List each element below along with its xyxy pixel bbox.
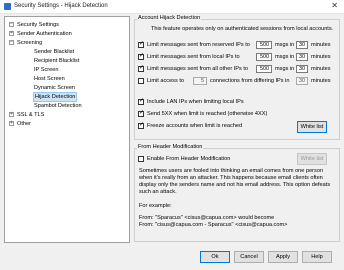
connections-label: connections from differing IPs in — [210, 78, 290, 84]
settings-tree[interactable]: − Security Settings + Sender Authenticat… — [4, 16, 130, 243]
tree-item-label: Security Settings — [17, 22, 59, 28]
limit-local-ips-label: Limit messages sent from local IPs to — [147, 54, 240, 60]
limit-local-ips-checkbox[interactable] — [138, 53, 144, 60]
close-icon[interactable]: ✕ — [331, 1, 338, 10]
local-ips-minutes-input[interactable]: 30 — [296, 53, 308, 61]
limit-all-other-ips-label: Limit messages sent from all other IPs t… — [147, 66, 249, 72]
freeze-accounts-label: Freeze accounts when limit is reached — [147, 123, 243, 129]
enable-from-header-label: Enable From Header Modification — [147, 156, 231, 162]
app-icon — [4, 3, 11, 10]
tree-item-label: Spambot Detection — [34, 103, 82, 109]
from-header-white-list-button[interactable]: White list — [297, 153, 327, 165]
include-lan-ips-label: Include LAN IPs when limiting local IPs — [147, 99, 244, 105]
example-before: From: "Sparacus" <cisus@capua.com> would… — [139, 215, 275, 221]
minutes-label: minutes — [311, 66, 331, 72]
tree-item-label: Dynamic Screen — [34, 85, 76, 91]
minutes-label: minutes — [311, 54, 331, 60]
example-label: For example: — [139, 203, 172, 209]
send-5xx-label: Send 5XX when limit is reached (otherwis… — [147, 111, 268, 117]
tree-item-label: Screening — [17, 40, 43, 46]
expand-icon[interactable]: + — [9, 31, 14, 36]
apply-button[interactable]: Apply — [268, 251, 298, 263]
tree-item-label: Sender Authentication — [17, 31, 72, 37]
from-header-description: Sometimes users are fooled into thinking… — [139, 168, 337, 196]
expand-icon[interactable]: + — [9, 121, 14, 126]
include-lan-ips-checkbox[interactable] — [138, 98, 144, 105]
minutes-label: minutes — [311, 78, 331, 84]
collapse-icon[interactable]: − — [9, 22, 14, 27]
access-minutes-input[interactable]: 30 — [296, 77, 308, 85]
tree-item-label: Host Screen — [34, 76, 65, 82]
window-title: Security Settings - Hijack Detection — [14, 3, 108, 9]
local-ips-msgs-input[interactable]: 500 — [256, 53, 272, 61]
hijack-white-list-button[interactable]: White list — [297, 121, 327, 133]
title-bar: Security Settings - Hijack Detection ✕ — [0, 0, 344, 14]
limit-access-checkbox[interactable] — [138, 78, 144, 84]
reserved-ips-msgs-input[interactable]: 500 — [256, 41, 272, 49]
limit-reserved-ips-label: Limit messages sent from reserved IPs to — [147, 42, 250, 48]
limit-access-label: Limit access to — [147, 78, 184, 84]
minutes-label: minutes — [311, 42, 331, 48]
from-header-title: From Header Modification — [137, 144, 204, 150]
account-hijack-intro: This feature operates only on authentica… — [151, 26, 334, 32]
tree-item-label: Sender Blacklist — [34, 49, 75, 55]
all-other-ips-minutes-input[interactable]: 30 — [296, 65, 308, 73]
description-line: such an attack. — [139, 189, 177, 195]
all-other-ips-msgs-input[interactable]: 500 — [256, 65, 272, 73]
tree-item-label: Hijack Detection — [32, 92, 78, 102]
tree-item-label: Recipient Blacklist — [34, 58, 80, 64]
description-line: when it's really from an attacker. This … — [139, 175, 323, 181]
description-line: Sometimes users are fooled into thinking… — [139, 168, 324, 174]
msgs-in-label: msgs in — [275, 66, 295, 72]
tree-item-label: Other — [17, 121, 31, 127]
freeze-accounts-checkbox[interactable] — [138, 122, 144, 129]
description-line: display only the senders name and not hi… — [139, 182, 331, 188]
expand-icon[interactable]: + — [9, 112, 14, 117]
account-hijack-title: Account Hijack Detection — [137, 15, 202, 21]
reserved-ips-minutes-input[interactable]: 30 — [296, 41, 308, 49]
ok-button[interactable]: Ok — [200, 251, 230, 263]
tree-item-label: SSL & TLS — [17, 112, 45, 118]
help-button[interactable]: Help — [302, 251, 332, 263]
collapse-icon[interactable]: − — [9, 40, 14, 45]
enable-from-header-checkbox[interactable] — [138, 156, 144, 162]
limit-all-other-ips-checkbox[interactable] — [138, 65, 144, 72]
msgs-in-label: msgs in — [275, 54, 295, 60]
example-after: From: "cisus@capua.com - Sparacus" <cisu… — [139, 222, 288, 228]
send-5xx-checkbox[interactable] — [138, 110, 144, 117]
limit-reserved-ips-checkbox[interactable] — [138, 41, 144, 48]
cancel-button[interactable]: Cancel — [234, 251, 264, 263]
msgs-in-label: msgs in — [275, 42, 295, 48]
tree-item-label: IP Screen — [34, 67, 59, 73]
access-connections-input[interactable]: 5 — [193, 77, 207, 85]
